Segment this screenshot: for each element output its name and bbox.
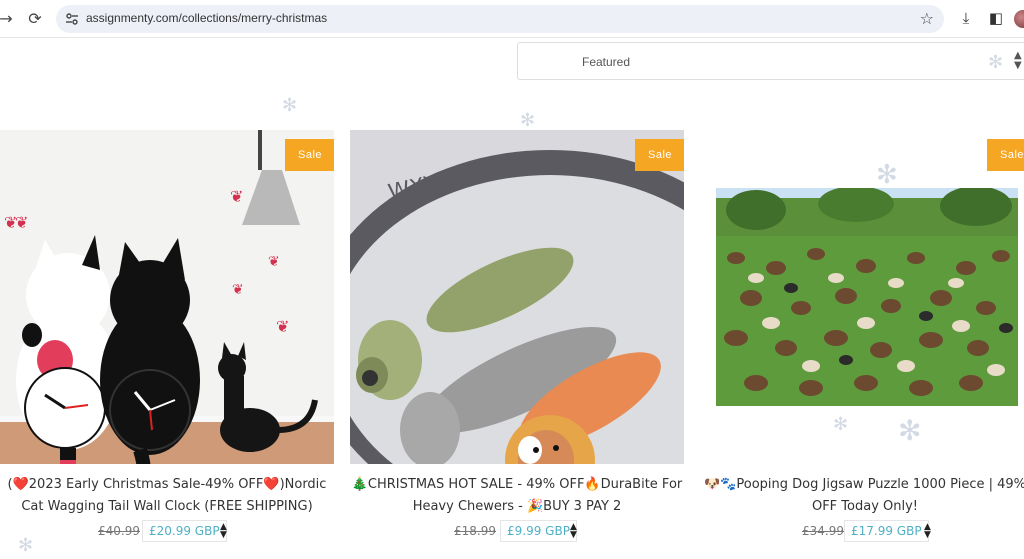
snowflake-icon: ✻ — [18, 535, 34, 556]
product-title-line[interactable]: Heavy Chewers - 🎉BUY 3 PAY 2 — [350, 496, 684, 518]
sale-price: £20.99 GBP — [142, 520, 227, 542]
download-icon[interactable]: ⤓ — [956, 9, 976, 27]
compare-at-price: £18.99 — [454, 524, 496, 538]
reload-icon[interactable]: ⟳ — [25, 9, 45, 29]
product-image-cat-clock[interactable]: ❦ ❦ ❦ ❦ ❦ ❦ Sale — [0, 130, 334, 464]
product-title-line[interactable]: 🐶🐾Pooping Dog Jigsaw Puzzle 1000 Piece |… — [700, 474, 1024, 496]
bookmark-star-icon[interactable]: ☆ — [920, 9, 934, 28]
currency-arrows-icon[interactable]: ▲ ▼ — [924, 523, 931, 540]
sale-price: £17.99 GBP — [844, 520, 929, 542]
snowflake-icon: ✻ — [833, 414, 849, 435]
site-settings-icon[interactable] — [64, 11, 80, 27]
product-title-line[interactable]: Cat Wagging Tail Wall Clock (FREE SHIPPI… — [0, 496, 334, 518]
currency-arrows-icon[interactable]: ▲ ▼ — [570, 523, 577, 540]
price-row: £34.99 £17.99 GBP ▲ ▼ — [802, 520, 942, 542]
snowflake-icon: ✻ — [988, 52, 1004, 73]
sale-price: £9.99 GBP — [500, 520, 577, 542]
product-title-line[interactable]: OFF Today Only! — [700, 496, 1024, 518]
avatar[interactable] — [1014, 10, 1024, 28]
product-image-dog-toys[interactable]: WXYZABCDEF Sale — [350, 130, 684, 464]
side-panel-icon[interactable]: ◧ — [986, 9, 1006, 27]
product-title[interactable]: (❤️2023 Early Christmas Sale-49% OFF❤️)N… — [0, 474, 334, 518]
product-title[interactable]: 🐶🐾Pooping Dog Jigsaw Puzzle 1000 Piece |… — [700, 474, 1024, 518]
sort-selected-label: Featured — [582, 55, 631, 69]
snowflake-icon: ✻ — [898, 414, 922, 447]
url-text[interactable]: assignmenty.com/collections/merry-christ… — [86, 11, 327, 25]
sale-badge: Sale — [285, 139, 334, 171]
svg-text:❦: ❦ — [230, 187, 243, 206]
product-title[interactable]: 🎄CHRISTMAS HOT SALE - 49% OFF🔥DuraBite F… — [350, 474, 684, 518]
svg-text:❦: ❦ — [4, 213, 17, 232]
browser-toolbar: → ⟳ assignmenty.com/collections/merry-ch… — [0, 0, 1024, 38]
sort-select[interactable]: Featured ▲ ▼ — [517, 42, 1024, 80]
sale-badge: Sale — [987, 139, 1024, 171]
product-title-line[interactable]: (❤️2023 Early Christmas Sale-49% OFF❤️)N… — [0, 474, 334, 496]
svg-text:❦: ❦ — [232, 282, 244, 298]
product-title-line[interactable]: 🎄CHRISTMAS HOT SALE - 49% OFF🔥DuraBite F… — [350, 474, 684, 496]
svg-text:❦: ❦ — [276, 317, 289, 336]
price-row: £40.99 £20.99 GBP ▲ ▼ — [98, 520, 248, 542]
compare-at-price: £40.99 — [98, 524, 140, 538]
price-row: £18.99 £9.99 GBP ▲ ▼ — [454, 520, 594, 542]
address-bar[interactable]: assignmenty.com/collections/merry-christ… — [56, 5, 944, 33]
snowflake-icon: ✻ — [876, 160, 898, 190]
currency-arrows-icon[interactable]: ▲ ▼ — [220, 523, 227, 540]
svg-text:❦: ❦ — [268, 254, 280, 270]
forward-arrow-icon[interactable]: → — [0, 9, 16, 29]
compare-at-price: £34.99 — [802, 524, 844, 538]
snowflake-icon: ✻ — [282, 95, 298, 116]
snowflake-icon: ✻ — [520, 110, 536, 131]
sort-arrows-icon: ▲ ▼ — [1014, 50, 1022, 71]
sale-badge: Sale — [635, 139, 684, 171]
product-image-dog-puzzle[interactable] — [716, 188, 1018, 406]
